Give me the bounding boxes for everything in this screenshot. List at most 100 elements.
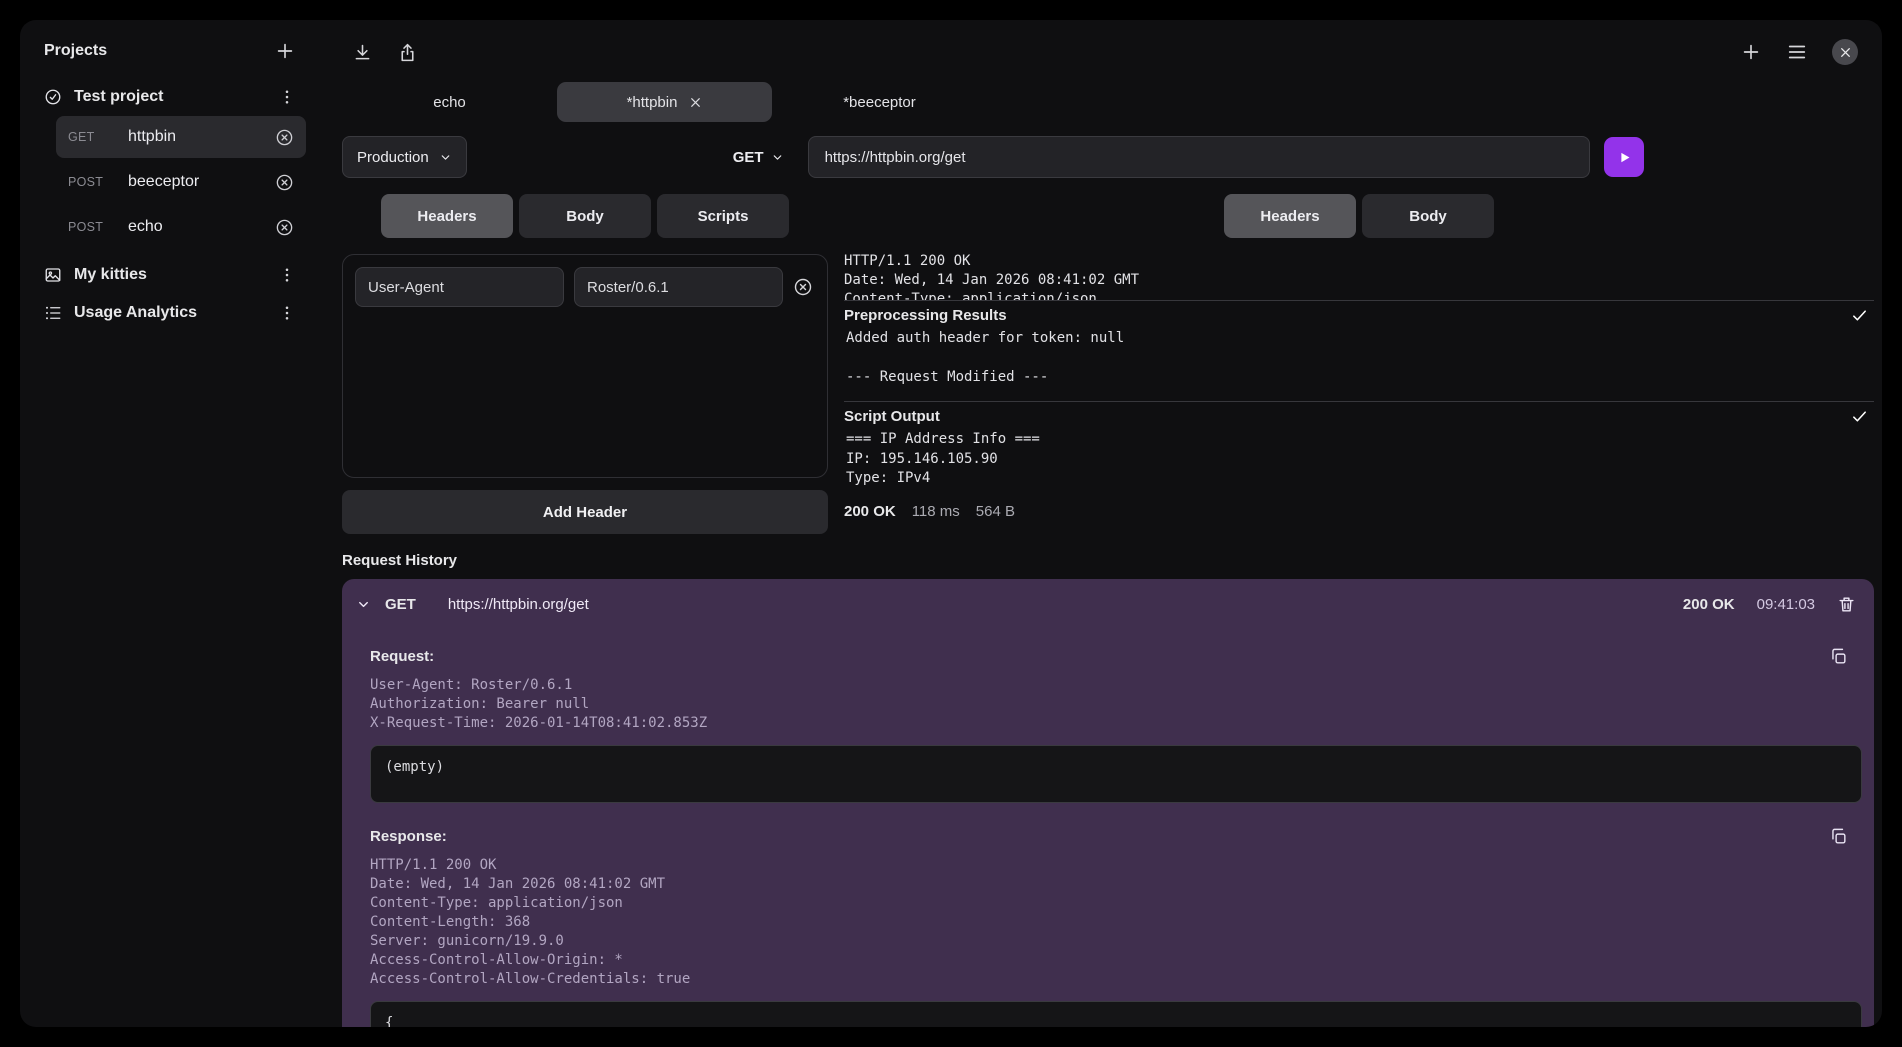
request-label-row: Request: <box>370 647 1862 666</box>
circle-x-icon <box>793 277 813 297</box>
history-method: GET <box>385 596 416 613</box>
method-label: GET <box>733 149 764 166</box>
status-size: 564 B <box>976 503 1015 520</box>
response-label: Response: <box>370 828 447 845</box>
kebab-icon <box>278 304 296 322</box>
trash-icon <box>1837 595 1856 614</box>
script-output-text: === IP Address Info === IP: 195.146.105.… <box>844 430 1874 496</box>
tab-request-body[interactable]: Body <box>519 194 651 238</box>
history-request-headers: User-Agent: Roster/0.6.1 Authorization: … <box>370 676 1862 733</box>
tab-response-headers[interactable]: Headers <box>1224 194 1356 238</box>
response-status-row: 200 OK 118 ms 564 B <box>844 503 1874 520</box>
request-history: Request History GET https://httpbin.org/… <box>342 552 1874 1027</box>
request-name: beeceptor <box>128 173 199 191</box>
tab-request-headers[interactable]: Headers <box>381 194 513 238</box>
chevron-down-icon[interactable] <box>356 597 371 612</box>
main-area: echo *httpbin *beeceptor Production <box>320 20 1882 1027</box>
copy-icon <box>1829 827 1848 846</box>
preprocessing-section: Preprocessing Results Added auth header … <box>844 300 1874 401</box>
tab-httpbin[interactable]: *httpbin <box>557 82 772 122</box>
sidebar-item-httpbin[interactable]: GET httpbin <box>56 116 306 158</box>
history-entry-body: Request: User-Agent: Roster/0.6.1 Author… <box>342 629 1874 1027</box>
close-tab-button[interactable] <box>689 96 702 109</box>
import-button[interactable] <box>352 42 373 63</box>
script-output-title: Script Output <box>844 408 940 425</box>
sidebar-item-echo[interactable]: POST echo <box>56 206 306 248</box>
circle-x-icon <box>275 218 294 237</box>
sidebar-group-test-project[interactable]: Test project <box>34 78 306 116</box>
download-icon <box>352 42 373 63</box>
tab-strip: echo *httpbin *beeceptor <box>342 82 1874 122</box>
kebab-icon <box>278 88 296 106</box>
copy-request-button[interactable] <box>1829 647 1848 666</box>
request-panel-tabs: Headers Body Scripts <box>342 194 828 238</box>
tab-request-scripts[interactable]: Scripts <box>657 194 789 238</box>
add-project-button[interactable] <box>274 40 296 62</box>
header-key-input[interactable] <box>355 267 564 307</box>
history-response-headers: HTTP/1.1 200 OK Date: Wed, 14 Jan 2026 0… <box>370 856 1862 989</box>
history-response-body: { "args": {}, "headers": { <box>370 1001 1862 1027</box>
header-value-input[interactable] <box>574 267 783 307</box>
copy-icon <box>1829 647 1848 666</box>
tab-response-body[interactable]: Body <box>1362 194 1494 238</box>
response-headers-preview: HTTP/1.1 200 OK Date: Wed, 14 Jan 2026 0… <box>844 252 1874 300</box>
status-code: 200 OK <box>844 503 896 520</box>
request-name: echo <box>128 218 163 236</box>
plus-icon <box>1740 41 1762 63</box>
sidebar-group-usage-analytics[interactable]: Usage Analytics <box>34 294 306 332</box>
sidebar-group-my-kitties[interactable]: My kitties <box>34 256 306 294</box>
tab-label: echo <box>433 94 466 111</box>
close-icon <box>689 96 702 109</box>
circle-x-icon <box>275 128 294 147</box>
status-time: 118 ms <box>912 503 960 520</box>
preprocessing-title: Preprocessing Results <box>844 307 1007 324</box>
script-output-header[interactable]: Script Output <box>844 402 1874 430</box>
group-label: My kitties <box>74 266 147 284</box>
tab-label: *beeceptor <box>843 94 916 111</box>
share-icon <box>397 42 418 63</box>
response-panel: Headers Body HTTP/1.1 200 OK Date: Wed, … <box>844 194 1874 534</box>
projects-header: Projects <box>34 36 306 78</box>
response-panel-tabs: Headers Body <box>844 194 1874 238</box>
request-panel: Headers Body Scripts Add <box>342 194 828 534</box>
chevron-down-icon <box>439 151 452 164</box>
delete-history-button[interactable] <box>1837 595 1856 614</box>
request-method-label: GET <box>68 130 118 144</box>
hamburger-icon <box>1786 41 1808 63</box>
export-button[interactable] <box>397 42 418 63</box>
close-request-button[interactable] <box>275 128 294 147</box>
window-close-button[interactable] <box>1832 39 1858 65</box>
panels: Headers Body Scripts Add <box>342 194 1874 534</box>
preprocessing-output: Added auth header for token: null --- Re… <box>844 329 1874 401</box>
tab-beeceptor[interactable]: *beeceptor <box>772 82 987 122</box>
menu-button[interactable] <box>1786 41 1808 63</box>
check-icon <box>1851 307 1868 324</box>
history-entry-header[interactable]: GET https://httpbin.org/get 200 OK 09:41… <box>342 579 1874 629</box>
app-window: Projects Test project GET httpbin <box>20 20 1882 1027</box>
url-input[interactable] <box>808 136 1590 178</box>
tab-echo[interactable]: echo <box>342 82 557 122</box>
project-check-icon <box>44 88 62 106</box>
remove-header-button[interactable] <box>793 277 813 297</box>
group-menu-button[interactable] <box>278 88 296 106</box>
request-method-label: POST <box>68 220 118 234</box>
sidebar-item-beeceptor[interactable]: POST beeceptor <box>56 161 306 203</box>
close-request-button[interactable] <box>275 173 294 192</box>
group-menu-button[interactable] <box>278 304 296 322</box>
preprocessing-header[interactable]: Preprocessing Results <box>844 301 1874 329</box>
request-label: Request: <box>370 648 434 665</box>
new-tab-button[interactable] <box>1740 41 1762 63</box>
add-header-button[interactable]: Add Header <box>342 490 828 534</box>
sidebar: Projects Test project GET httpbin <box>20 20 320 1027</box>
environment-dropdown[interactable]: Production <box>342 136 467 178</box>
group-menu-button[interactable] <box>278 266 296 284</box>
history-entry: GET https://httpbin.org/get 200 OK 09:41… <box>342 579 1874 1027</box>
history-request-body: (empty) <box>370 745 1862 803</box>
close-request-button[interactable] <box>275 218 294 237</box>
environment-label: Production <box>357 149 429 166</box>
copy-response-button[interactable] <box>1829 827 1848 846</box>
method-dropdown[interactable]: GET <box>723 136 794 178</box>
header-row <box>355 267 815 307</box>
send-button[interactable] <box>1604 137 1644 177</box>
history-time: 09:41:03 <box>1757 596 1815 613</box>
